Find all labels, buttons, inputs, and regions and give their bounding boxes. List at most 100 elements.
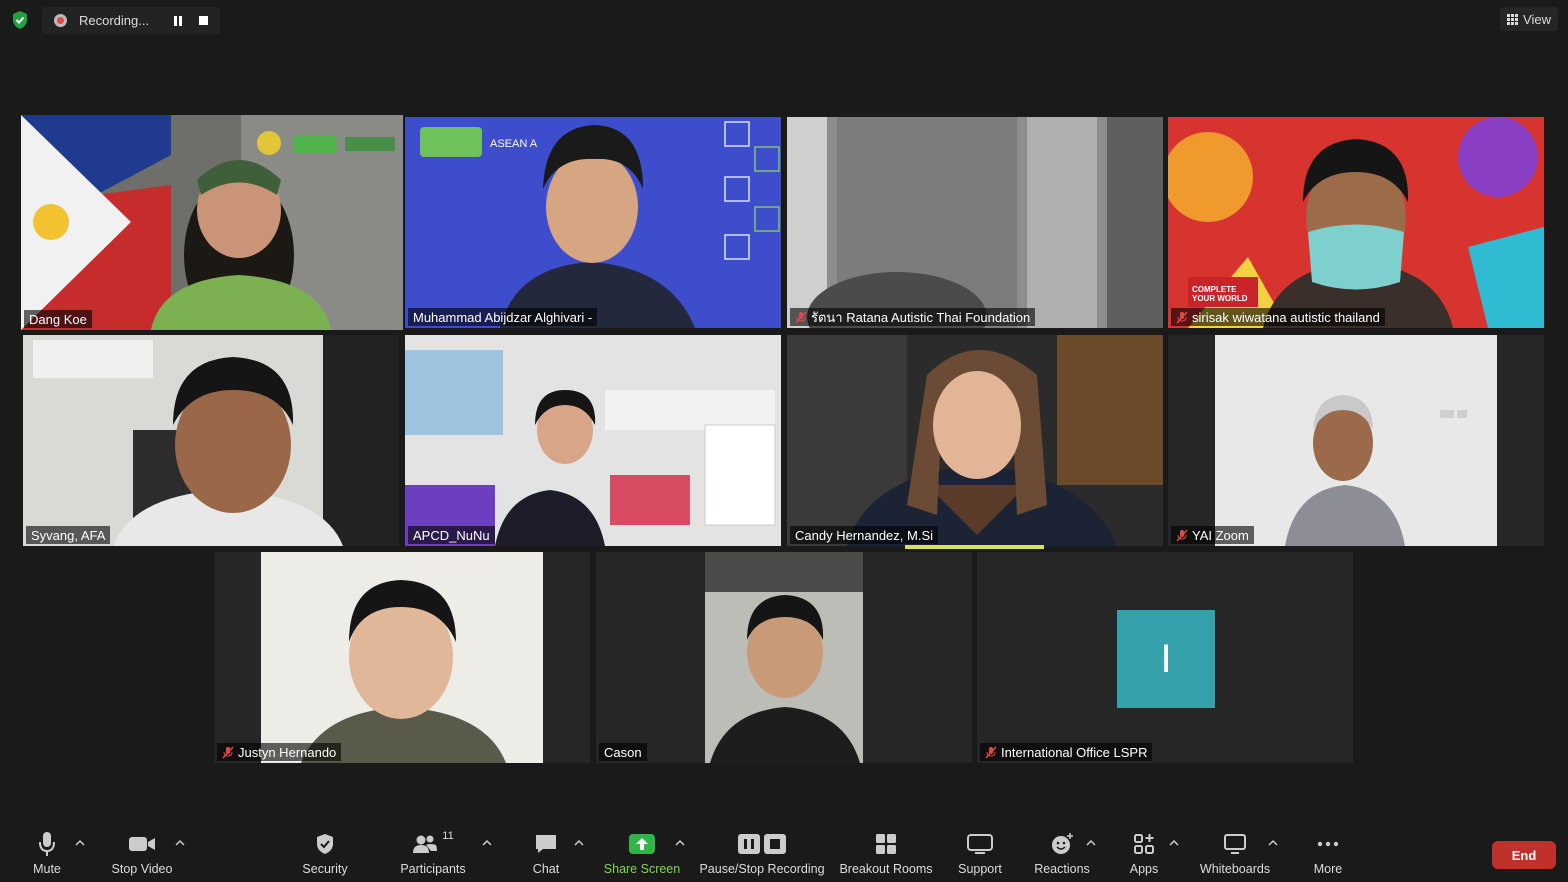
- participant-nameplate: Syvang, AFA: [26, 526, 111, 544]
- reactions-button[interactable]: Reactions: [1032, 826, 1092, 882]
- chevron-up-icon[interactable]: [175, 838, 185, 848]
- chat-button[interactable]: Chat: [525, 826, 567, 882]
- muted-mic-icon: [985, 745, 997, 759]
- participant-video: [1215, 335, 1497, 546]
- participant-video: ASEAN A: [405, 117, 781, 328]
- encryption-shield-icon[interactable]: [10, 10, 30, 30]
- participants-button[interactable]: 11 Participants: [398, 826, 468, 882]
- view-button[interactable]: View: [1500, 7, 1558, 31]
- apps-button[interactable]: Apps: [1124, 826, 1164, 882]
- participant-name: Justyn Hernando: [238, 744, 337, 760]
- video-tile[interactable]: Syvang, AFA: [23, 335, 399, 546]
- video-tile[interactable]: รัตนา Ratana Autistic Thai Foundation: [787, 117, 1163, 328]
- more-dots-icon: [1317, 841, 1339, 847]
- whiteboards-button[interactable]: Whiteboards: [1197, 826, 1273, 882]
- participant-name: YAI Zoom: [1192, 527, 1249, 543]
- participant-name: Cason: [604, 744, 642, 760]
- pause-stop-recording-button[interactable]: Pause/Stop Recording: [698, 826, 826, 882]
- participant-name: รัตนา Ratana Autistic Thai Foundation: [811, 309, 1031, 325]
- video-tile[interactable]: ASEAN A Muhammad Abijdzar Alghivari -: [405, 117, 781, 328]
- chevron-up-icon[interactable]: [1268, 838, 1278, 848]
- breakout-rooms-label: Breakout Rooms: [839, 862, 933, 876]
- participant-nameplate: Muhammad Abijdzar Alghivari -: [408, 308, 598, 326]
- participant-video: [23, 335, 399, 546]
- breakout-rooms-button[interactable]: Breakout Rooms: [838, 826, 934, 882]
- participant-video: [261, 552, 543, 763]
- muted-mic-icon: [1176, 310, 1188, 324]
- participant-video: [21, 115, 403, 330]
- recording-status: Recording...: [79, 13, 150, 28]
- shield-icon: [317, 834, 333, 854]
- svg-text:COMPLETE: COMPLETE: [1192, 285, 1237, 294]
- speaking-indicator: [905, 545, 1044, 549]
- video-tile[interactable]: APCD_NuNu: [405, 335, 781, 546]
- participant-name: sirisak wiwatana autistic thailand: [1192, 309, 1380, 325]
- support-button[interactable]: Support: [954, 826, 1006, 882]
- video-tile[interactable]: Cason: [596, 552, 972, 763]
- chevron-up-icon[interactable]: [1169, 838, 1179, 848]
- share-screen-icon: [629, 834, 655, 854]
- mute-label: Mute: [33, 862, 61, 876]
- participant-nameplate: รัตนา Ratana Autistic Thai Foundation: [790, 308, 1036, 326]
- end-meeting-button[interactable]: End: [1492, 841, 1556, 869]
- microphone-icon: [39, 832, 55, 856]
- meeting-toolbar: Mute Stop Video Security 11 Participants: [0, 826, 1568, 882]
- video-tile[interactable]: COMPLETE YOUR WORLD sirisak wiwatana aut…: [1168, 117, 1544, 328]
- video-tile[interactable]: Dang Koe: [21, 115, 403, 330]
- participant-video: [787, 335, 1163, 546]
- muted-mic-icon: [795, 310, 807, 324]
- participants-count: 11: [442, 830, 454, 842]
- share-screen-button[interactable]: Share Screen: [602, 826, 682, 882]
- video-tile[interactable]: Candy Hernandez, M.Si: [787, 335, 1163, 546]
- chevron-up-icon[interactable]: [1086, 838, 1096, 848]
- participant-name: International Office LSPR: [1001, 744, 1148, 760]
- participant-nameplate: APCD_NuNu: [408, 526, 495, 544]
- chevron-up-icon[interactable]: [75, 838, 85, 848]
- participant-nameplate: YAI Zoom: [1171, 526, 1254, 544]
- recording-dot-icon: [54, 14, 67, 27]
- view-label: View: [1523, 11, 1551, 27]
- breakout-rooms-icon: [876, 834, 896, 854]
- participant-nameplate: Cason: [599, 743, 647, 761]
- stop-recording-icon[interactable]: [199, 16, 208, 25]
- whiteboard-icon: [1224, 834, 1246, 854]
- video-tile[interactable]: Justyn Hernando: [214, 552, 590, 763]
- whiteboards-label: Whiteboards: [1199, 862, 1271, 876]
- participant-video: [405, 335, 781, 546]
- video-tile[interactable]: I International Office LSPR: [977, 552, 1353, 763]
- mute-button[interactable]: Mute: [22, 826, 72, 882]
- apps-label: Apps: [1129, 862, 1159, 876]
- chevron-up-icon[interactable]: [482, 838, 492, 848]
- participant-name: Dang Koe: [29, 311, 87, 327]
- grid-view-icon: [1507, 13, 1519, 25]
- participant-avatar: I: [1117, 610, 1215, 708]
- chevron-up-icon[interactable]: [574, 838, 584, 848]
- video-tile[interactable]: YAI Zoom: [1168, 335, 1544, 546]
- more-label: More: [1313, 862, 1343, 876]
- participants-label: Participants: [400, 862, 466, 876]
- security-button[interactable]: Security: [298, 826, 352, 882]
- pause-stop-recording-label: Pause/Stop Recording: [699, 862, 825, 876]
- stop-icon: [764, 834, 786, 854]
- participant-nameplate: Dang Koe: [24, 310, 92, 328]
- muted-mic-icon: [1176, 528, 1188, 542]
- participant-nameplate: sirisak wiwatana autistic thailand: [1171, 308, 1385, 326]
- participant-name: APCD_NuNu: [413, 527, 490, 543]
- top-bar: Recording... View: [0, 0, 1568, 40]
- support-label: Support: [958, 862, 1002, 876]
- chevron-up-icon[interactable]: [675, 838, 685, 848]
- video-camera-icon: [129, 837, 155, 851]
- participant-name: Syvang, AFA: [31, 527, 106, 543]
- pause-recording-icon[interactable]: [171, 14, 185, 28]
- stop-video-button[interactable]: Stop Video: [107, 826, 177, 882]
- more-button[interactable]: More: [1306, 826, 1350, 882]
- apps-icon: [1134, 834, 1154, 854]
- chat-label: Chat: [532, 862, 560, 876]
- share-screen-label: Share Screen: [603, 862, 681, 876]
- participant-nameplate: International Office LSPR: [980, 743, 1153, 761]
- stop-video-label: Stop Video: [111, 862, 173, 876]
- svg-text:ASEAN A: ASEAN A: [490, 138, 538, 150]
- participant-video: [787, 117, 1163, 328]
- reactions-label: Reactions: [1034, 862, 1090, 876]
- chat-bubble-icon: [536, 835, 556, 853]
